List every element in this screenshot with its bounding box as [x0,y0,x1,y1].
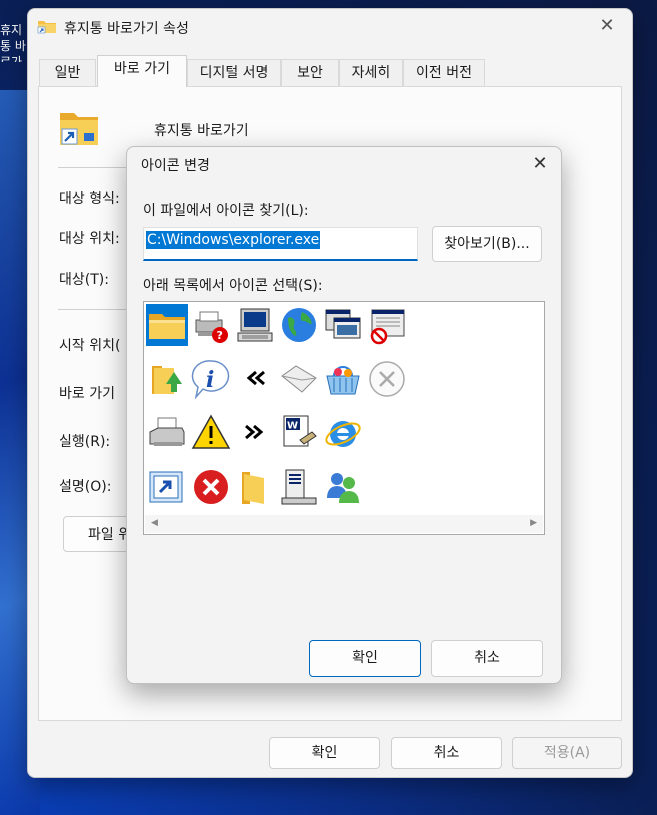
cancel-button[interactable]: 취소 [391,737,502,769]
window-title: 휴지통 바로가기 속성 [64,21,189,37]
icon-list[interactable]: ? i W ◀ ▶ [143,301,545,535]
horizontal-scrollbar[interactable]: ◀ ▶ [145,515,543,533]
computer-icon[interactable] [234,304,276,346]
run-label: 실행(R): [59,434,111,450]
icon-file-path-input[interactable]: C:\Windows\explorer.exe [143,227,418,261]
target-type-label: 대상 형식: [59,191,120,207]
start-in-label: 시작 위치( [59,338,121,354]
scroll-left-icon[interactable]: ◀ [151,518,158,528]
browse-button[interactable]: 찾아보기(B)... [432,226,542,262]
envelope-icon[interactable] [278,358,320,400]
tab-digital-signature[interactable]: 디지털 서명 [187,59,281,86]
svg-text:W: W [287,421,298,432]
shortcut-arrow-icon[interactable] [146,466,188,508]
scroll-right-icon[interactable]: ▶ [530,518,537,528]
shopping-basket-icon[interactable] [322,358,364,400]
comment-label: 설명(O): [59,479,112,495]
error-icon[interactable] [190,466,232,508]
printer-help-icon[interactable]: ? [190,304,232,346]
select-icon-label: 아래 목록에서 아이콘 선택(S): [143,278,323,294]
close-circle-icon[interactable] [366,358,408,400]
folder-up-icon[interactable] [146,358,188,400]
warning-icon[interactable] [190,412,232,454]
target-location-label: 대상 위치: [59,231,120,247]
tab-details[interactable]: 자세히 [339,59,403,86]
globe-icon[interactable] [278,304,320,346]
svg-text:?: ? [217,329,223,342]
path-value: C:\Windows\explorer.exe [146,231,321,249]
desktop-shortcut-label[interactable]: 휴지통 바로가기 [0,22,30,62]
shortcut-key-label: 바로 가기 [59,386,115,402]
dialog-cancel-button[interactable]: 취소 [431,640,543,677]
shortcut-name: 휴지통 바로가기 [154,123,249,139]
apply-button[interactable]: 적용(A) [512,737,622,769]
change-icon-dialog: 아이콘 변경 ✕ 이 파일에서 아이콘 찾기(L): C:\Windows\ex… [126,146,562,684]
folder-icon[interactable] [146,304,188,346]
internet-explorer-icon[interactable] [322,412,364,454]
dialog-ok-button[interactable]: 확인 [309,640,421,677]
ok-button[interactable]: 확인 [269,737,380,769]
find-icons-label: 이 파일에서 아이콘 찾기(L): [143,203,309,219]
recycle-bin-shortcut-icon [60,113,98,145]
server-icon[interactable] [278,466,320,508]
tab-previous-versions[interactable]: 이전 버전 [403,59,485,86]
rewind-icon[interactable] [234,358,276,400]
folder-shortcut-icon [37,21,56,34]
info-icon[interactable]: i [190,358,232,400]
windows-cascade-icon[interactable] [322,304,364,346]
document-blocked-icon[interactable] [366,304,408,346]
title-bar[interactable]: 휴지통 바로가기 속성 ✕ [28,9,632,45]
dialog-title: 아이콘 변경 [141,158,210,174]
target-label: 대상(T): [59,272,109,288]
wordpad-document-icon[interactable]: W [278,412,320,454]
users-icon[interactable] [322,466,364,508]
open-folder-icon[interactable] [234,466,276,508]
tab-general[interactable]: 일반 [39,59,96,86]
close-icon[interactable]: ✕ [529,153,551,175]
fast-forward-icon[interactable] [234,412,276,454]
svg-text:i: i [206,367,214,393]
printer-icon[interactable] [146,412,188,454]
tab-security[interactable]: 보안 [281,59,339,86]
tab-shortcut[interactable]: 바로 가기 [97,55,187,87]
close-icon[interactable]: ✕ [596,15,618,37]
